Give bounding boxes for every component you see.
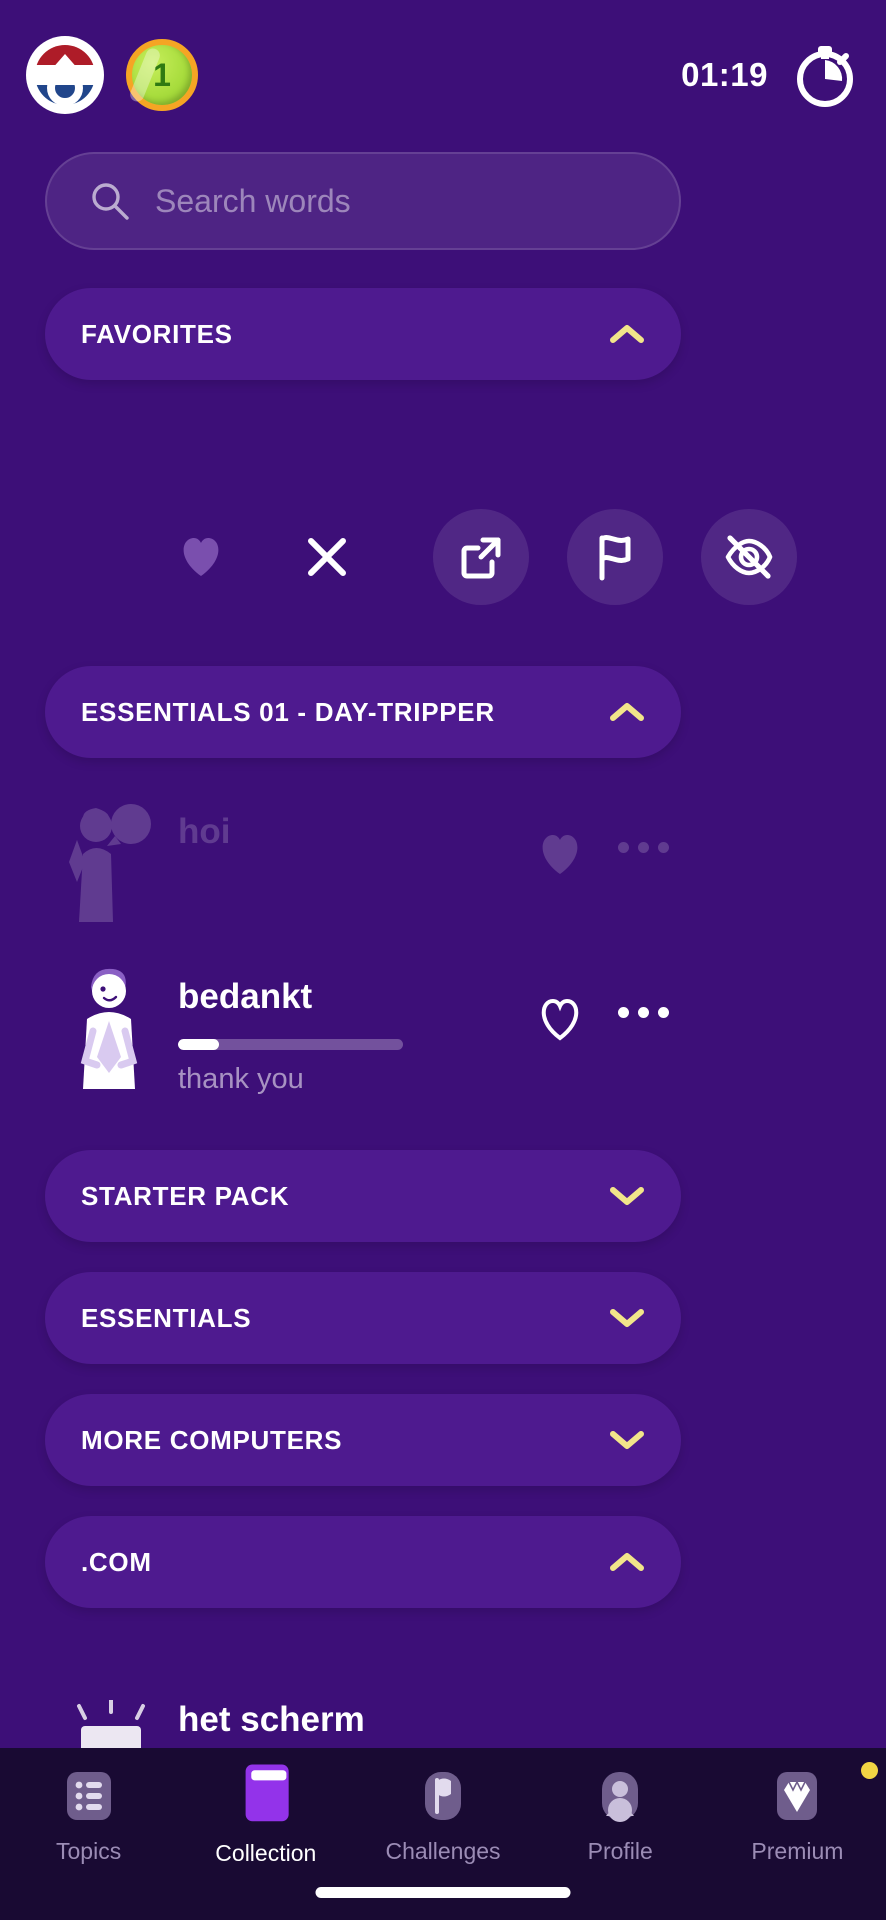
chevron-down-icon[interactable] [607, 1305, 647, 1331]
chevron-up-icon[interactable] [607, 699, 647, 725]
flag-mask [47, 54, 83, 106]
timer-value: 01:19 [681, 56, 768, 93]
waving-person-illustration [69, 804, 151, 922]
section-header-com[interactable]: .COM [45, 1516, 681, 1608]
word-translation: thank you [178, 1063, 304, 1095]
flag-icon[interactable] [567, 509, 663, 605]
essentials-day-tripper-label: ESSENTIALS 01 - DAY-TRIPPER [81, 696, 495, 727]
premium-badge-dot [861, 1762, 879, 1779]
eye-off-icon[interactable] [701, 509, 797, 605]
chevron-down-icon[interactable] [607, 1183, 647, 1209]
home-indicator [315, 1887, 571, 1898]
nav-label-premium: Premium [751, 1838, 844, 1864]
section-header-starter-pack[interactable]: STARTER PACK [45, 1150, 681, 1242]
flag-icon [425, 1772, 461, 1820]
nav-item-premium[interactable]: Premium [709, 1762, 886, 1865]
person-icon [602, 1772, 639, 1822]
diamond-icon [777, 1772, 818, 1820]
more-options-icon[interactable] [618, 1007, 669, 1018]
top-bar: 1 01:19 [0, 0, 886, 150]
search-input[interactable]: Search words [45, 152, 681, 250]
nav-label-collection: Collection [215, 1840, 317, 1866]
search-icon [92, 183, 129, 220]
share-external-icon[interactable] [433, 509, 529, 605]
nav-item-topics[interactable]: Topics [0, 1766, 177, 1865]
word-progress-bar [178, 1039, 403, 1050]
word-term: bedankt [178, 977, 313, 1016]
word-term: hoi [178, 812, 231, 851]
favorites-label: FAVORITES [81, 318, 233, 349]
search-placeholder: Search words [155, 182, 351, 219]
close-icon[interactable] [279, 509, 375, 605]
nav-item-challenges[interactable]: Challenges [354, 1766, 531, 1865]
favorites-action-row [45, 502, 797, 612]
list-icon [66, 1772, 111, 1820]
essentials-label: ESSENTIALS [81, 1302, 252, 1333]
nav-label-profile: Profile [587, 1838, 653, 1864]
chevron-up-icon[interactable] [607, 321, 647, 347]
nav-label-challenges: Challenges [385, 1838, 501, 1864]
app-screen: 1 01:19 Search words FAVORITES ESSENTIAL… [0, 0, 886, 1920]
heart-outline-icon[interactable] [537, 997, 583, 1041]
coin-icon[interactable]: 1 [126, 39, 198, 111]
nav-label-topics: Topics [56, 1838, 122, 1864]
list-item[interactable]: hoi [45, 790, 681, 930]
heart-filled-icon[interactable] [537, 832, 583, 876]
word-term: het scherm [178, 1700, 365, 1739]
list-item[interactable]: bedankt thank you [45, 955, 681, 1095]
thankful-person-illustration [80, 968, 138, 1089]
com-label: .COM [81, 1546, 152, 1577]
coin-count: 1 [153, 56, 171, 93]
section-header-essentials[interactable]: ESSENTIALS [45, 1272, 681, 1364]
section-header-more-computers[interactable]: MORE COMPUTERS [45, 1394, 681, 1486]
chevron-up-icon[interactable] [607, 1549, 647, 1575]
nav-item-profile[interactable]: Profile [532, 1766, 709, 1865]
nav-item-collection[interactable]: Collection [177, 1764, 354, 1867]
more-options-icon[interactable] [618, 842, 669, 853]
section-header-essentials-day-tripper[interactable]: ESSENTIALS 01 - DAY-TRIPPER [45, 666, 681, 758]
book-icon [245, 1764, 289, 1822]
netherlands-flag-icon[interactable] [26, 36, 104, 114]
starter-pack-label: STARTER PACK [81, 1180, 290, 1211]
more-computers-label: MORE COMPUTERS [81, 1424, 343, 1455]
chevron-down-icon[interactable] [607, 1427, 647, 1453]
section-header-favorites[interactable]: FAVORITES [45, 288, 681, 380]
favorite-filled-icon[interactable] [153, 509, 249, 605]
stopwatch-icon[interactable] [790, 40, 860, 110]
